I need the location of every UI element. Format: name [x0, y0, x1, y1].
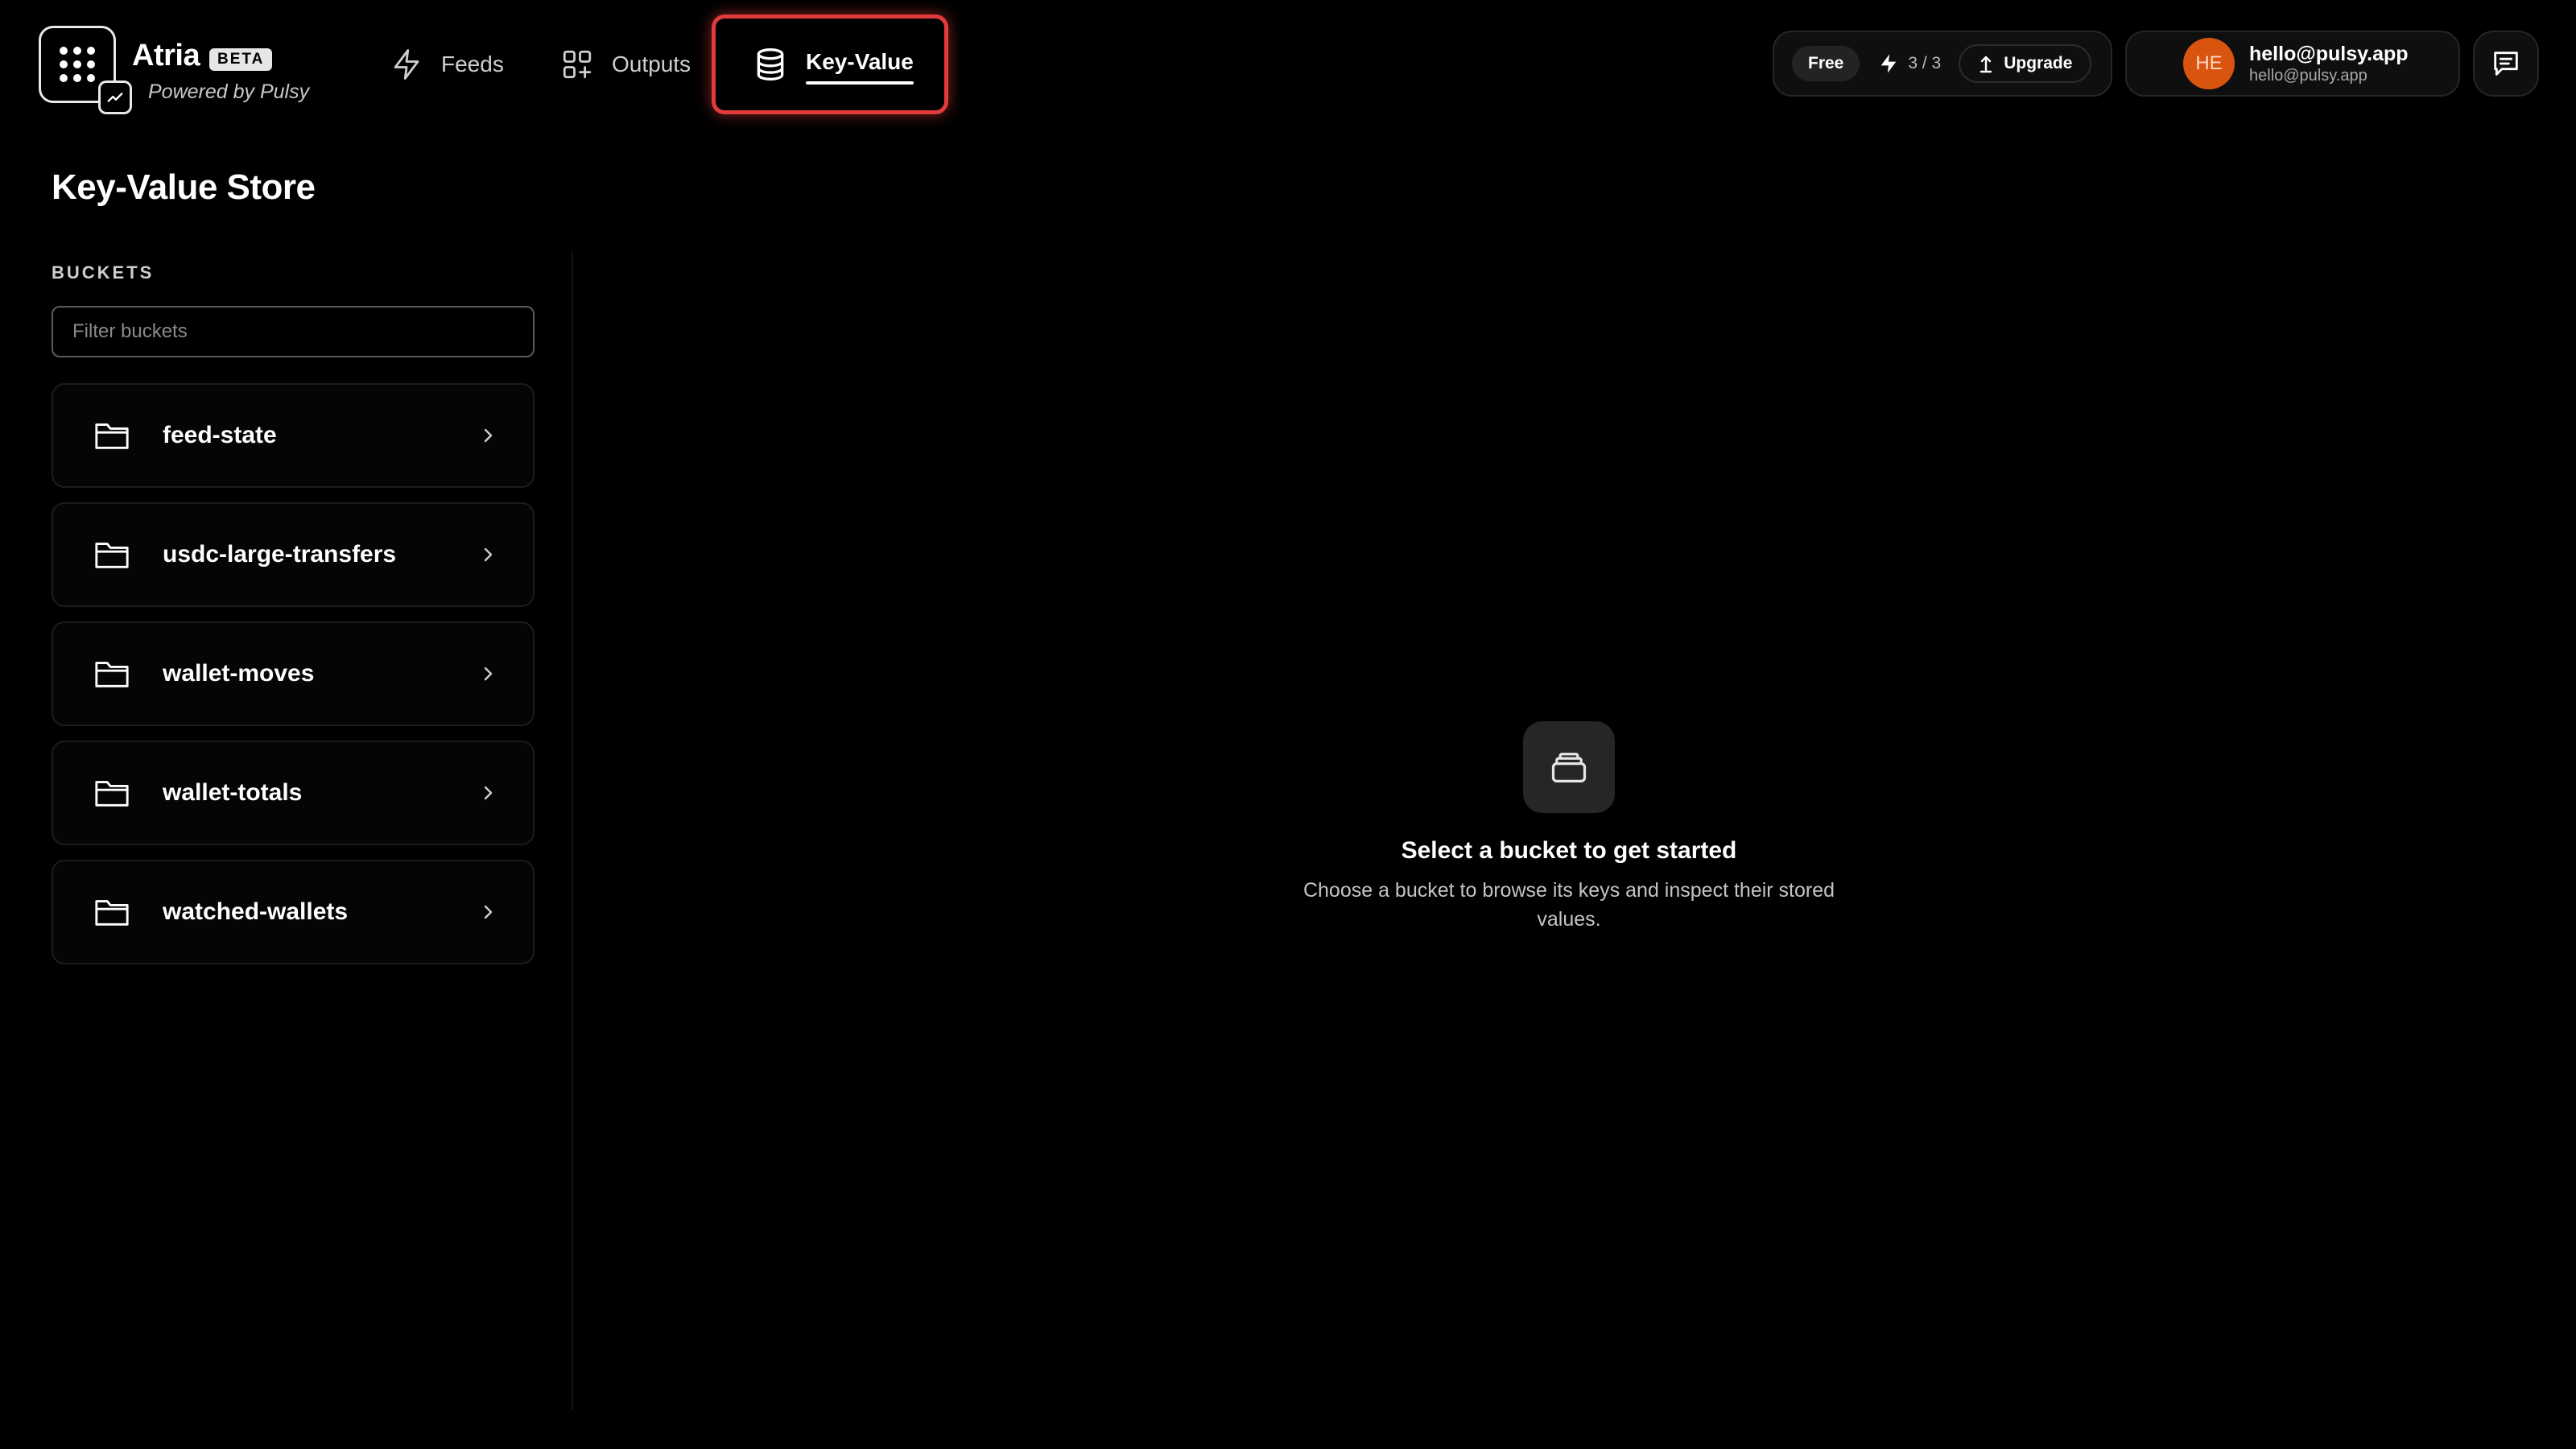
credits-counter: 3 / 3: [1877, 52, 1941, 75]
chevron-right-icon: [484, 786, 493, 800]
nav-item-key-value[interactable]: Key-Value: [712, 14, 948, 114]
chevron-right-icon: [484, 905, 493, 919]
page-title: Key-Value Store: [52, 167, 316, 207]
avatar: HE: [2183, 38, 2235, 89]
upgrade-label: Upgrade: [2004, 54, 2073, 72]
bucket-item-watched-wallets[interactable]: watched-wallets: [52, 860, 535, 964]
app-name: Atria: [132, 39, 200, 72]
chevron-right-icon: [484, 667, 493, 681]
lightning-icon: [394, 49, 419, 80]
trend-icon: [98, 80, 132, 114]
bucket-name: watched-wallets: [163, 898, 349, 925]
credits-value: 3 / 3: [1908, 54, 1942, 72]
message-square-icon: [2494, 52, 2518, 76]
bucket-name: feed-state: [163, 422, 277, 448]
nav-item-outputs[interactable]: Outputs: [560, 32, 691, 97]
nav-item-label: Feeds: [441, 52, 504, 76]
user-email: hello@pulsy.app: [2249, 43, 2409, 65]
bucket-item-usdc-large-transfers[interactable]: usdc-large-transfers: [52, 502, 535, 607]
filter-buckets-input[interactable]: [52, 306, 535, 357]
bucket-item-feed-state[interactable]: feed-state: [52, 383, 535, 488]
user-subtitle: hello@pulsy.app: [2249, 67, 2368, 85]
lightning-icon: [1881, 54, 1897, 73]
folder-icon: [95, 900, 129, 926]
grid-plus-icon: [563, 50, 592, 79]
nav-item-feeds[interactable]: Feeds: [390, 32, 504, 97]
arrow-up-icon: [1980, 56, 1992, 73]
app-tagline: Powered by Pulsy: [148, 80, 310, 103]
empty-state-description: Choose a bucket to browse its keys and i…: [1302, 879, 1835, 931]
folder-icon: [95, 543, 129, 568]
bucket-name: usdc-large-transfers: [163, 541, 397, 568]
nav-item-label: Key-Value: [806, 49, 914, 85]
bucket-item-wallet-totals[interactable]: wallet-totals: [52, 741, 535, 845]
empty-state-title: Select a bucket to get started: [1401, 837, 1737, 864]
folder-icon: [95, 423, 129, 449]
chevron-right-icon: [484, 428, 493, 443]
buckets-section-label: BUCKETS: [52, 262, 155, 283]
archive-icon: [1523, 721, 1615, 813]
upgrade-button[interactable]: Upgrade: [1959, 44, 2092, 83]
user-menu[interactable]: HE hello@pulsy.app hello@pulsy.app: [2125, 31, 2460, 97]
grid-dots-icon: [60, 47, 95, 82]
folder-icon: [95, 662, 129, 687]
bucket-item-wallet-moves[interactable]: wallet-moves: [52, 621, 535, 726]
folder-icon: [95, 781, 129, 807]
beta-badge: BETA: [209, 48, 273, 71]
bucket-name: wallet-moves: [163, 660, 315, 687]
plan-tier-badge: Free: [1792, 46, 1860, 81]
sidebar-divider: [572, 251, 573, 1410]
feedback-button[interactable]: [2473, 31, 2539, 97]
top-bar: Atria BETA Powered by Pulsy Feeds Output…: [0, 0, 2576, 129]
plan-status: Free 3 / 3 Upgrade: [1773, 31, 2112, 97]
bucket-list: feed-state usdc-large-transfers wallet-m…: [52, 383, 535, 979]
bucket-name: wallet-totals: [163, 779, 303, 806]
chevron-right-icon: [484, 547, 493, 562]
nav-item-label: Outputs: [612, 52, 691, 76]
database-icon: [757, 48, 784, 80]
